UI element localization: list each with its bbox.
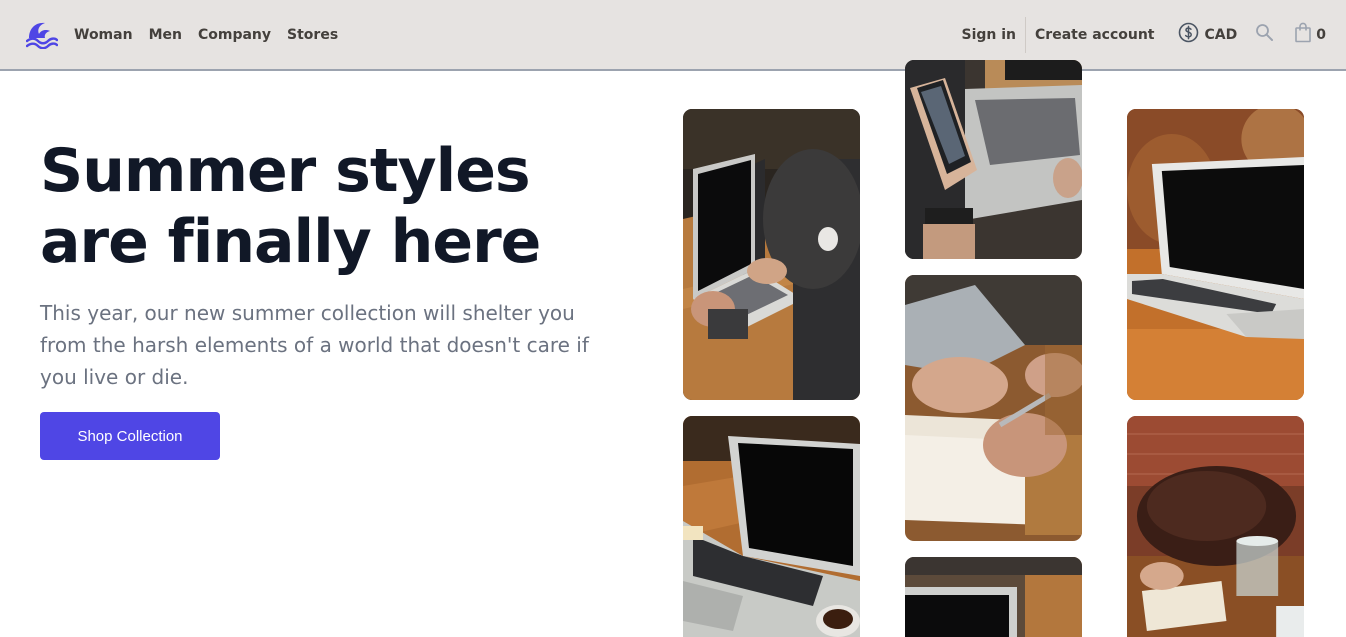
hero-headline-line-2: are finally here xyxy=(40,207,541,277)
page: Woman Men Company Stores Sign in Create … xyxy=(0,0,1346,637)
cart-count: 0 xyxy=(1316,26,1326,43)
gallery-image-laptop-table xyxy=(905,557,1082,637)
account-nav: Sign in Create account CAD 0 xyxy=(953,0,1326,69)
hero-headline-line-1: Summer styles xyxy=(40,136,531,206)
gallery-image-writing-notebook xyxy=(905,275,1082,541)
shop-collection-button[interactable]: Shop Collection xyxy=(40,412,220,460)
wave-logo-icon[interactable] xyxy=(25,19,59,50)
shopping-bag-icon xyxy=(1294,22,1312,47)
hero-headline: Summer styles are finally here xyxy=(40,136,600,278)
nav-link-company[interactable]: Company xyxy=(198,27,271,43)
dollar-coin-icon xyxy=(1178,22,1199,47)
search-icon xyxy=(1255,23,1274,46)
nav-link-woman[interactable]: Woman xyxy=(74,27,133,43)
currency-selector[interactable]: CAD xyxy=(1178,22,1238,47)
search-button[interactable] xyxy=(1255,23,1274,46)
currency-label: CAD xyxy=(1204,26,1238,43)
gallery-image-typing-laptop xyxy=(683,109,860,400)
top-navigation-bar: Woman Men Company Stores Sign in Create … xyxy=(0,0,1346,71)
nav-link-stores[interactable]: Stores xyxy=(287,27,338,43)
hero-description: This year, our new summer collection wil… xyxy=(40,301,589,389)
nav-link-men[interactable]: Men xyxy=(149,27,182,43)
sign-in-link[interactable]: Sign in xyxy=(953,27,1026,43)
gallery-image-laptop-cafe xyxy=(1127,109,1304,400)
gallery-image-phone-laptop xyxy=(905,60,1082,259)
main-nav: Woman Men Company Stores xyxy=(74,0,338,69)
create-account-link[interactable]: Create account xyxy=(1026,27,1163,43)
gallery-image-bag-water-notebook xyxy=(1127,416,1304,637)
gallery-image-laptop-coffee xyxy=(683,416,860,637)
cart-button[interactable]: 0 xyxy=(1294,22,1326,47)
